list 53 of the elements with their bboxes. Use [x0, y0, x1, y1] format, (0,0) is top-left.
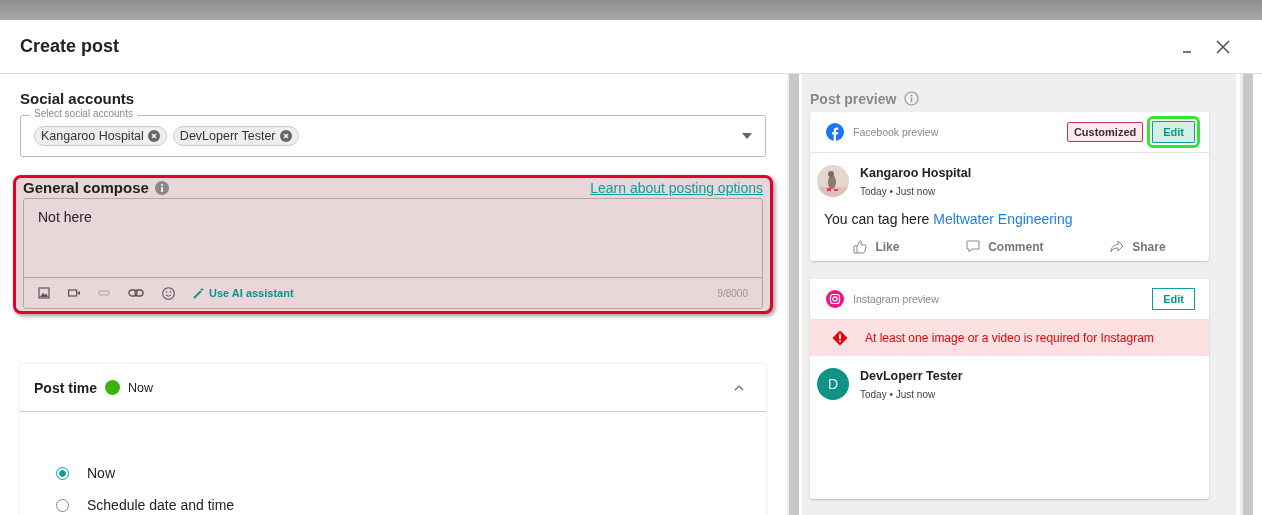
accounts-select[interactable]: Select social accounts Kangaroo Hospital DevLoperr Tester: [20, 108, 766, 157]
link-icon[interactable]: [128, 287, 144, 299]
info-icon: [154, 180, 169, 195]
option-label: Now: [87, 465, 115, 481]
radio-button[interactable]: [56, 466, 69, 480]
facebook-icon: [826, 123, 844, 141]
collapse-chevron-icon[interactable]: [734, 384, 744, 391]
field-label: Select social accounts: [30, 108, 137, 120]
share-icon: [1110, 240, 1125, 254]
section-title: Social accounts: [20, 90, 136, 107]
compose-editor[interactable]: Not here Use AI assistant 9/8000: [23, 198, 763, 309]
post-action-button[interactable]: Like: [847, 239, 906, 255]
preview-label: Facebook preview: [853, 126, 939, 138]
status-text: Now: [128, 380, 154, 395]
image-icon[interactable]: [38, 287, 50, 299]
tag-link[interactable]: Meltwater Engineering: [933, 211, 1073, 227]
dropdown-caret-icon[interactable]: [742, 133, 752, 139]
emoji-icon[interactable]: [162, 286, 175, 300]
remove-icon[interactable]: [147, 130, 160, 142]
section-title: General compose: [23, 179, 149, 196]
dialog-title: Create post: [20, 36, 120, 57]
info-icon: [904, 91, 920, 106]
thumbs-up-icon: [853, 240, 868, 254]
post-action-button[interactable]: Share: [1104, 239, 1172, 255]
post-time: Today • Just now: [860, 185, 937, 197]
account-chip[interactable]: DevLoperr Tester: [172, 126, 299, 146]
post-text: You can tag here Meltwater Engineering: [823, 210, 1074, 229]
account-chip[interactable]: Kangaroo Hospital: [34, 126, 167, 146]
compose-text: Not here: [37, 208, 93, 227]
preview-label: Instagram preview: [853, 293, 939, 305]
warning-icon: [832, 330, 848, 346]
option-label: Schedule date and time: [87, 497, 235, 513]
scrollbar[interactable]: [1240, 74, 1253, 515]
ai-assistant-button[interactable]: Use AI assistant: [193, 287, 294, 299]
remove-icon[interactable]: [279, 130, 292, 142]
customized-badge: Customized: [1066, 122, 1144, 142]
post-time: Today • Just now: [860, 388, 937, 400]
status-dot: [105, 380, 120, 395]
author-name: Kangaroo Hospital: [860, 165, 972, 180]
post-action-button[interactable]: Comment: [960, 239, 1050, 255]
avatar: D: [817, 368, 849, 400]
close-icon[interactable]: [1216, 39, 1230, 54]
character-counter: 9/8000: [717, 287, 748, 299]
video-icon[interactable]: [68, 287, 80, 299]
comment-icon: [966, 240, 981, 254]
edit-button[interactable]: Edit: [1152, 288, 1195, 310]
scrollbar[interactable]: [787, 74, 799, 515]
section-title: Post time: [34, 379, 97, 396]
warning-message: At least one image or a video is required for Instagram: [865, 331, 1154, 345]
instagram-icon: [826, 290, 844, 308]
magic-wand-icon: [193, 287, 205, 299]
panel-title: Post preview: [810, 90, 897, 107]
author-name: DevLoperr Tester: [860, 368, 963, 383]
